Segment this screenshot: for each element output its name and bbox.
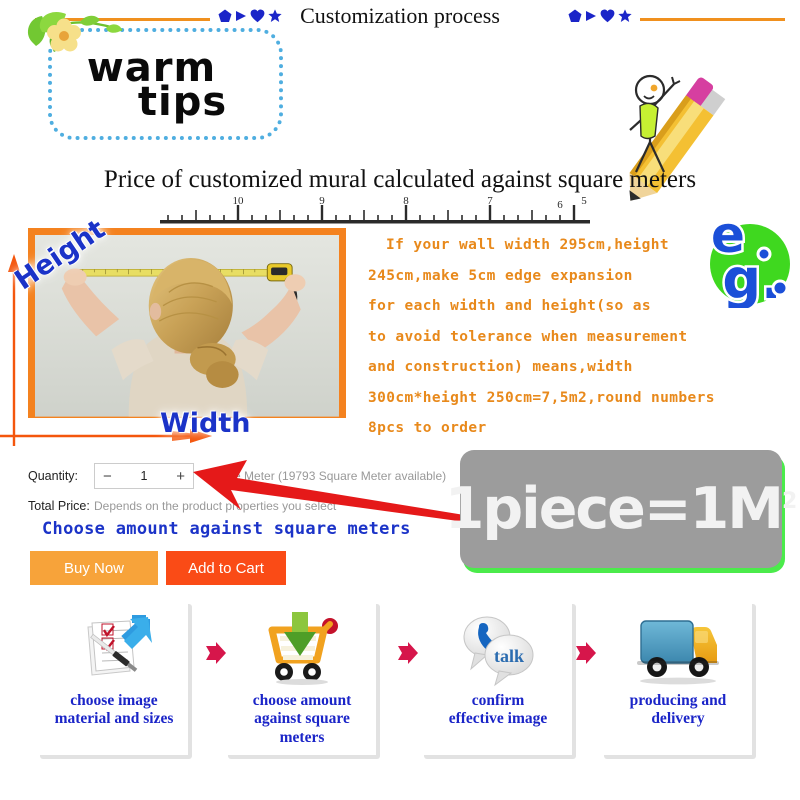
ruler-tick-6: 6 [557, 199, 563, 211]
step-3-line2: effective image [448, 710, 548, 728]
add-to-cart-button[interactable]: Add to Cart [166, 551, 286, 585]
warm-tips-line2: tips [137, 79, 228, 125]
process-step-3[interactable]: talk confirm effective image [424, 604, 576, 759]
talk-bubble-phone-icon: talk [463, 616, 534, 687]
example-badge: e g. [700, 204, 792, 314]
pentagon-icon [568, 9, 582, 22]
step-2-icon-wrap [228, 608, 376, 690]
step-2-label: choose amount against square meters [232, 692, 372, 747]
step-1-line1: choose image [70, 692, 158, 709]
width-label: Width [160, 408, 251, 439]
customization-process-page: Customization process warm tips Price of… [0, 0, 800, 800]
header-decoration-right [568, 9, 632, 23]
pentagon-icon [218, 9, 232, 22]
process-arrow-1-icon [206, 642, 226, 664]
step-3-line1: confirm [471, 692, 525, 709]
quantity-increment-button[interactable]: + [176, 469, 185, 484]
step-2-line1: choose amount [252, 692, 352, 709]
photo-content [35, 235, 339, 417]
price-heading: Price of customized mural calculated aga… [103, 166, 697, 193]
leaf-flower-decoration-icon [27, 11, 123, 52]
quantity-label: Quantity: [28, 469, 79, 483]
step-4-line2: delivery [651, 710, 705, 728]
step-3-label: confirm effective image [428, 692, 568, 729]
triangle-icon [236, 11, 246, 21]
ruler-tick-5: 5 [581, 196, 587, 207]
process-arrow-2-icon [398, 642, 418, 664]
triangle-icon [586, 11, 596, 21]
piece-equals-box: 1piece=1M2 [445, 450, 797, 568]
step-4-label: producing and delivery [608, 692, 748, 729]
step-2-line3: meters [279, 728, 325, 746]
quantity-input[interactable]: 1 [141, 469, 148, 483]
heart-icon [250, 9, 265, 23]
ruler-tick-7: 7 [487, 196, 493, 207]
choose-amount-caption: Choose amount against square meters [42, 519, 411, 539]
quantity-decrement-button[interactable]: − [103, 469, 112, 484]
star-icon [268, 9, 282, 22]
ruler-icon: 10 9 8 7 6 5 [160, 196, 590, 224]
ruler-tick-8: 8 [403, 196, 409, 207]
step-2-line2: against square [254, 710, 350, 728]
piece-equals-text: 1piece=1M2 [445, 476, 798, 542]
stick-figure-with-pencil-icon [629, 74, 726, 201]
instructions-line-6: 300cm*height 250cm=7,5m2,round numbers [368, 389, 715, 406]
step-1-icon-wrap [40, 608, 188, 690]
instructions-line-7: 8pcs to order [368, 420, 487, 436]
instructions-line-4: to avoid tolerance when measurement [368, 328, 688, 345]
process-step-4[interactable]: producing and delivery [604, 604, 756, 759]
buy-now-button[interactable]: Buy Now [30, 551, 158, 585]
star-icon [618, 9, 632, 22]
heart-icon [600, 9, 615, 23]
talk-text: talk [494, 646, 524, 666]
process-steps: choose image material and sizes choose a… [0, 600, 800, 800]
process-step-1[interactable]: choose image material and sizes [40, 604, 192, 759]
eg-letter-g: g. [722, 248, 781, 308]
ruler-tick-9: 9 [319, 196, 325, 207]
process-step-2[interactable]: choose amount against square meters [228, 604, 380, 759]
step-3-icon-wrap: talk [424, 608, 572, 690]
header-rule-right [640, 18, 785, 21]
instructions-line-5: and construction) means,width [368, 359, 633, 375]
piece-equals-superscript: 2 [781, 489, 798, 514]
piece-equals-main: 1piece=1M [444, 476, 784, 542]
step-1-label: choose image material and sizes [44, 692, 184, 729]
header-decoration-left [218, 9, 282, 23]
page-title: Customization process [300, 3, 500, 28]
step-4-line1: producing and [629, 692, 727, 709]
shopping-cart-download-icon [268, 612, 338, 685]
quantity-stepper[interactable]: − 1 + [94, 463, 194, 489]
step-4-icon-wrap [604, 608, 752, 690]
process-arrow-3-icon [576, 642, 596, 664]
document-checklist-icon [87, 615, 152, 676]
ruler-tick-10: 10 [233, 196, 245, 207]
total-price-label: Total Price: [28, 499, 90, 513]
step-1-line2: material and sizes [54, 710, 174, 728]
delivery-truck-icon [637, 620, 719, 685]
